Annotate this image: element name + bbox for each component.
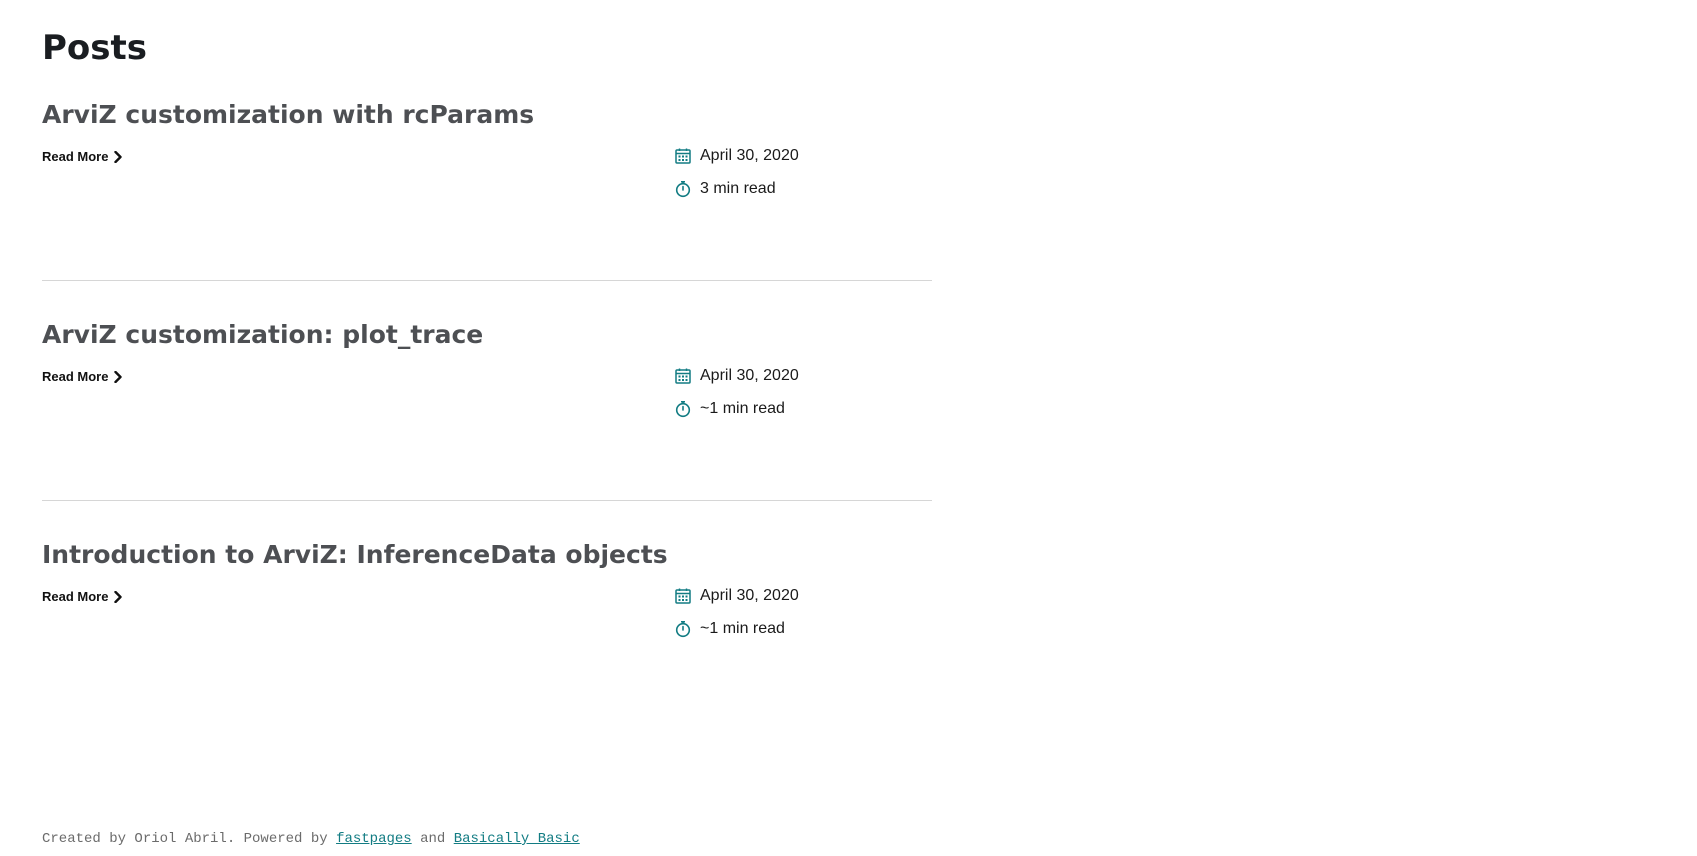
post-read-time: ~1 min read [674, 619, 785, 639]
stopwatch-icon [675, 400, 691, 418]
post-title-link[interactable]: Introduction to ArviZ: InferenceData obj… [42, 536, 668, 574]
site-footer: Created by Oriol Abril. Powered by fastp… [42, 830, 580, 848]
post-read-time-text: 3 min read [700, 180, 776, 197]
chevron-right-icon [114, 591, 123, 603]
read-more-link[interactable]: Read More [42, 588, 123, 606]
post-item: ArviZ customization: plot_trace Read Mor… [42, 316, 932, 526]
post-date: April 30, 2020 [674, 146, 799, 166]
calendar-icon [675, 588, 691, 604]
calendar-icon [675, 148, 691, 164]
calendar-icon [675, 368, 691, 384]
stopwatch-icon [675, 620, 691, 638]
post-title-link[interactable]: ArviZ customization: plot_trace [42, 316, 483, 354]
post-divider [42, 280, 932, 281]
post-read-time-text: ~1 min read [700, 620, 785, 637]
post-read-time-text: ~1 min read [700, 400, 785, 417]
chevron-right-icon [114, 371, 123, 383]
post-date-text: April 30, 2020 [700, 587, 799, 604]
post-date: April 30, 2020 [674, 586, 799, 606]
page-title: Posts [42, 28, 148, 68]
post-read-time: 3 min read [674, 179, 776, 199]
footer-and-text: and [411, 831, 454, 847]
post-date-text: April 30, 2020 [700, 147, 799, 164]
footer-credit-text: Created by Oriol Abril. Powered by [42, 831, 337, 847]
chevron-right-icon [114, 151, 123, 163]
post-title-link[interactable]: ArviZ customization with rcParams [42, 96, 534, 134]
post-item: ArviZ customization with rcParams Read M… [42, 96, 932, 306]
read-more-link[interactable]: Read More [42, 368, 123, 386]
post-date-text: April 30, 2020 [700, 367, 799, 384]
post-read-time: ~1 min read [674, 399, 785, 419]
post-date: April 30, 2020 [674, 366, 799, 386]
post-divider [42, 500, 932, 501]
post-item: Introduction to ArviZ: InferenceData obj… [42, 536, 932, 746]
basically-basic-link[interactable]: Basically Basic [454, 831, 580, 847]
read-more-link[interactable]: Read More [42, 148, 123, 166]
stopwatch-icon [675, 180, 691, 198]
read-more-label: Read More [42, 589, 109, 604]
fastpages-link[interactable]: fastpages [336, 831, 412, 847]
read-more-label: Read More [42, 149, 109, 164]
read-more-label: Read More [42, 369, 109, 384]
